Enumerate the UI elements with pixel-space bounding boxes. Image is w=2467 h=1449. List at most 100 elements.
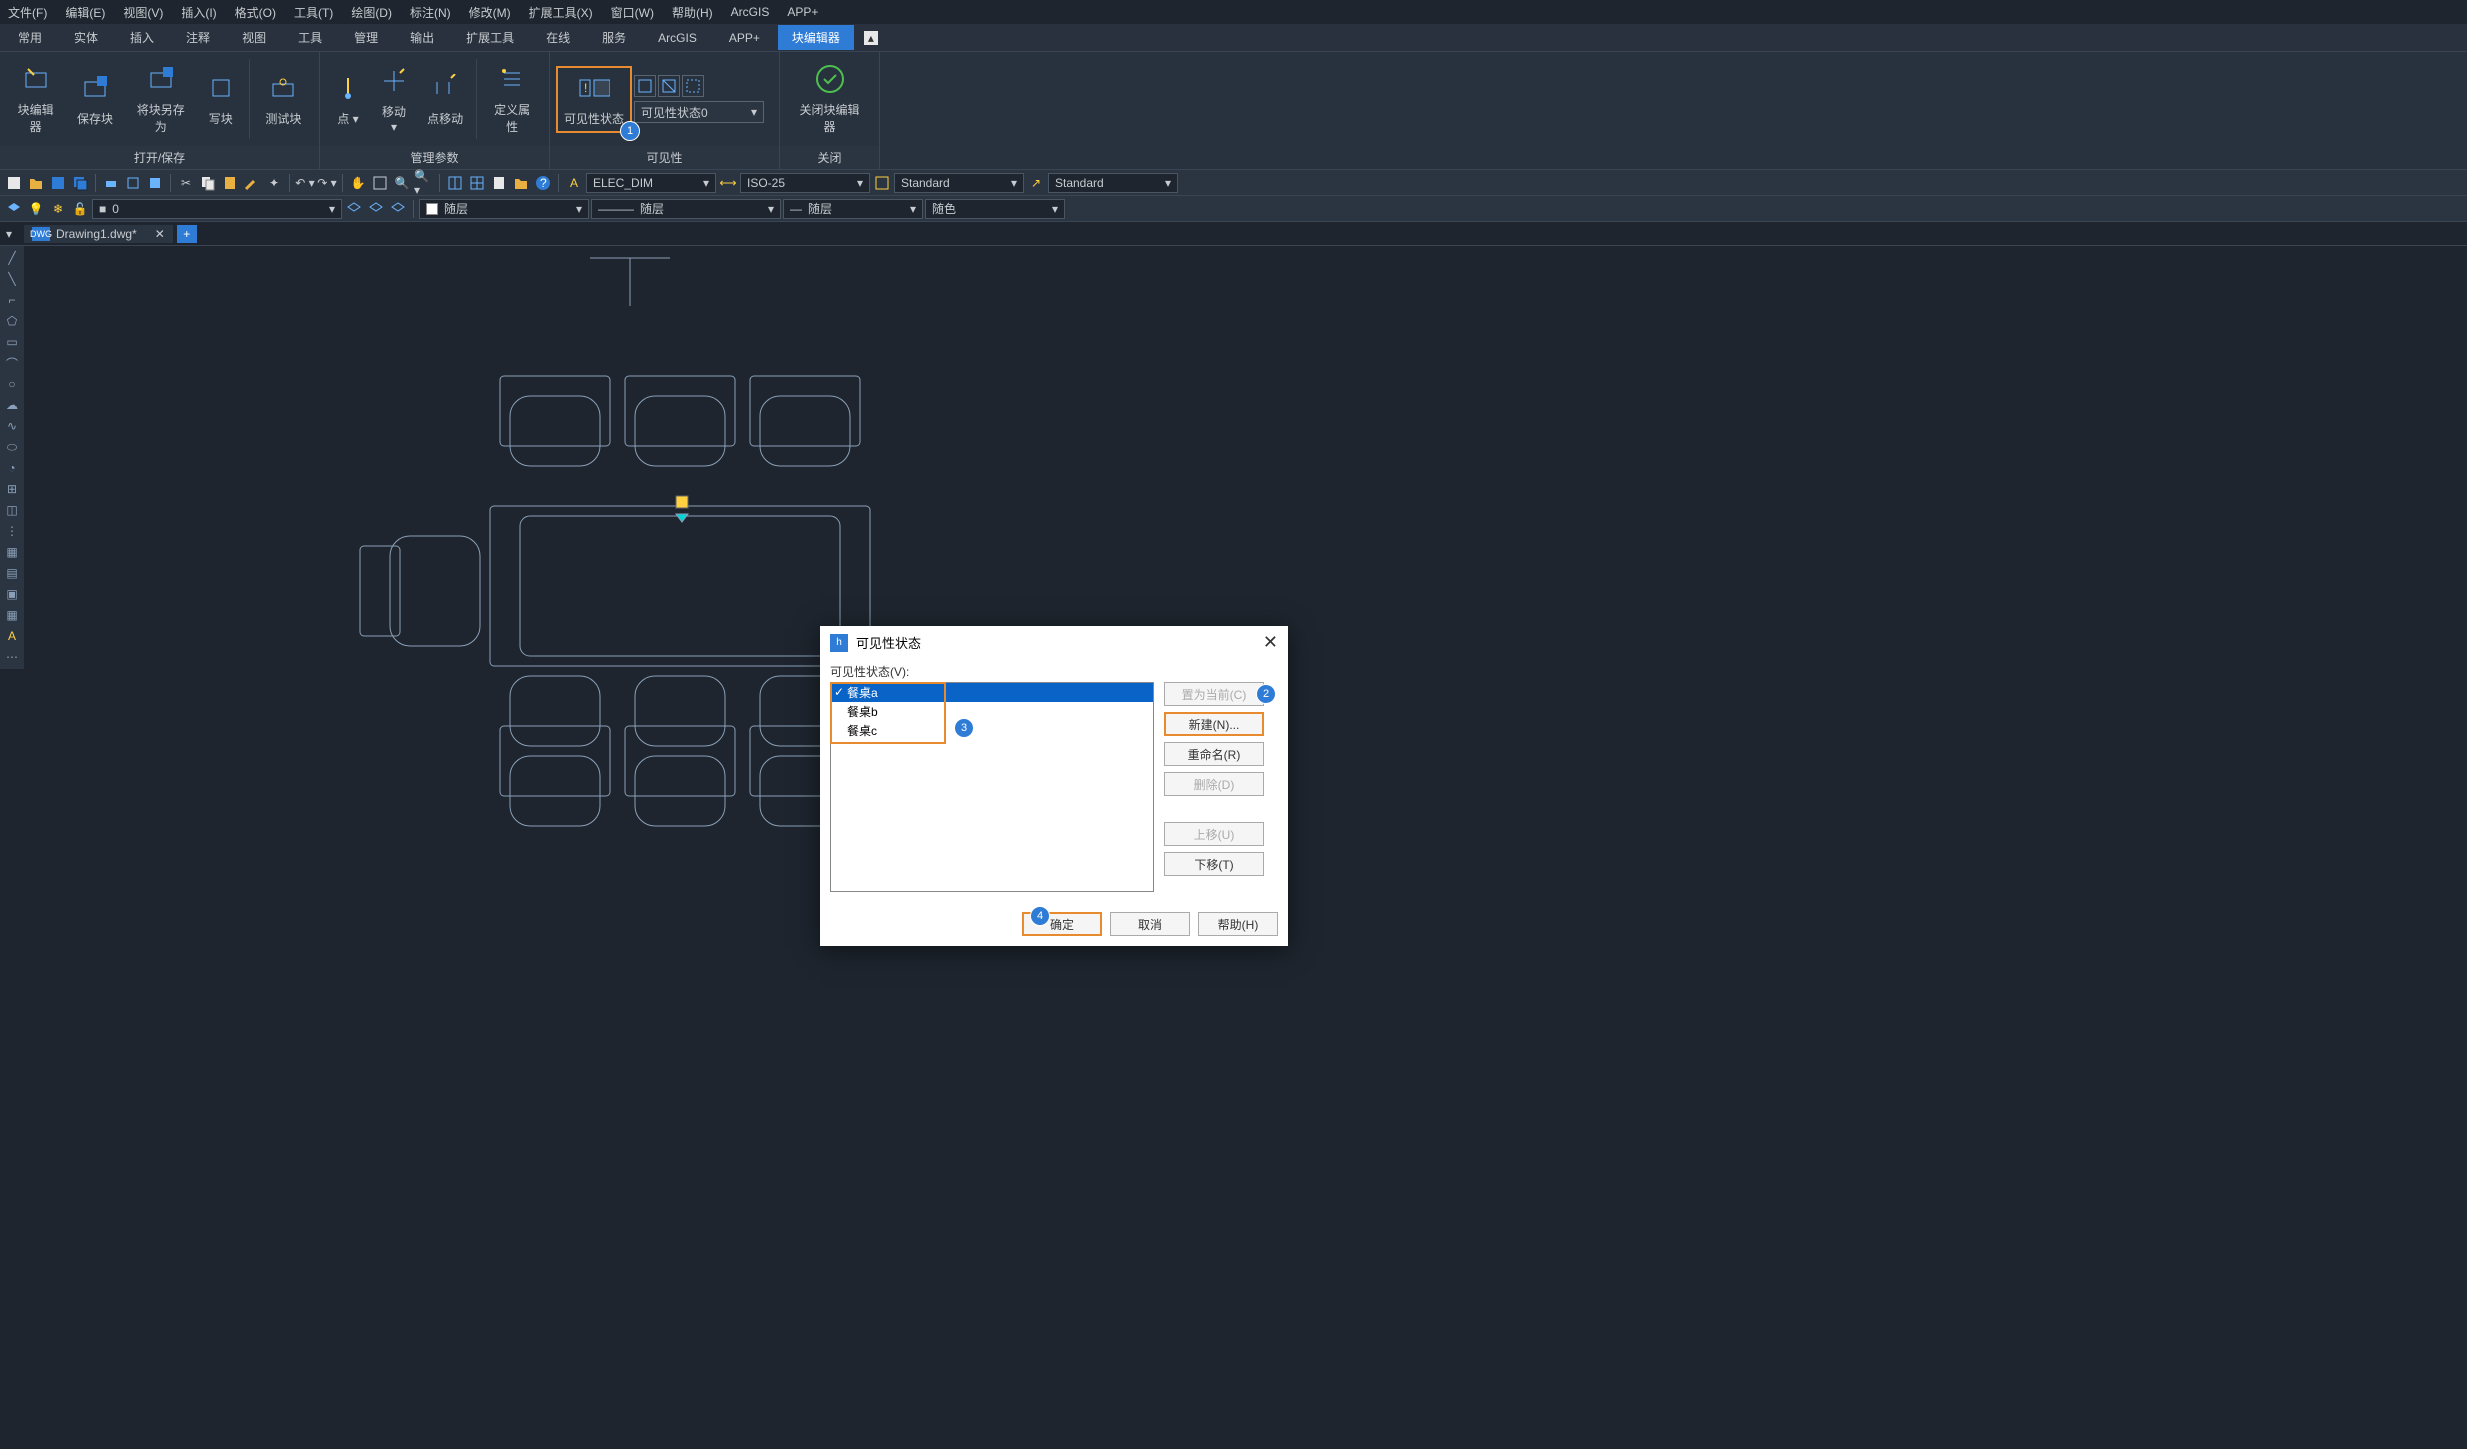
dim-style-dropdown[interactable]: ELEC_DIM▾ xyxy=(586,173,716,193)
move-down-button[interactable]: 下移(T) xyxy=(1164,852,1264,876)
match-props-icon[interactable] xyxy=(242,173,262,193)
paste-icon[interactable] xyxy=(220,173,240,193)
tab-exttools[interactable]: 扩展工具 xyxy=(452,25,528,50)
tab-entity[interactable]: 实体 xyxy=(60,25,112,50)
undo-icon[interactable]: ↶ ▾ xyxy=(295,173,315,193)
open-icon[interactable] xyxy=(26,173,46,193)
help-button[interactable]: 帮助(H) xyxy=(1198,912,1278,936)
menu-dim[interactable]: 标注(N) xyxy=(410,4,451,21)
menu-help[interactable]: 帮助(H) xyxy=(672,4,713,21)
mleader-style-icon[interactable]: ↗ xyxy=(1026,173,1046,193)
vis-tool-2-icon[interactable] xyxy=(658,75,680,97)
list-item[interactable]: 餐桌c xyxy=(831,721,1153,740)
insert-block-icon[interactable]: ⊞ xyxy=(2,479,22,499)
add-tab-icon[interactable]: + xyxy=(177,225,197,243)
arc-icon[interactable]: ⌒ xyxy=(2,353,22,373)
table-icon[interactable] xyxy=(445,173,465,193)
layer-iso-icon[interactable] xyxy=(388,199,408,219)
tab-view[interactable]: 视图 xyxy=(228,25,280,50)
line-icon[interactable]: ╱ xyxy=(2,248,22,268)
ribbon-collapse-icon[interactable]: ▴ xyxy=(864,31,878,45)
btn-point-move[interactable]: 点移动 xyxy=(420,68,470,131)
btn-close-block-editor[interactable]: 关闭块编辑器 xyxy=(788,59,871,139)
nav-left-icon[interactable]: ▾ xyxy=(6,227,12,241)
tab-service[interactable]: 服务 xyxy=(588,25,640,50)
tab-insert[interactable]: 插入 xyxy=(116,25,168,50)
btn-define-attr[interactable]: 定义属性 xyxy=(483,59,541,139)
ellipse-arc-icon[interactable]: ◔ xyxy=(2,458,22,478)
plotcolor-dropdown[interactable]: 随色▾ xyxy=(925,199,1065,219)
btn-move[interactable]: 移动 ▾ xyxy=(372,61,416,138)
vis-tool-3-icon[interactable] xyxy=(682,75,704,97)
copy-icon[interactable] xyxy=(198,173,218,193)
tab-blockeditor[interactable]: 块编辑器 xyxy=(778,25,854,50)
mtext-icon[interactable]: A xyxy=(2,626,22,646)
tab-manage[interactable]: 管理 xyxy=(340,25,392,50)
rename-button[interactable]: 重命名(R) xyxy=(1164,742,1264,766)
vis-tool-1-icon[interactable] xyxy=(634,75,656,97)
tab-arcgis[interactable]: ArcGIS xyxy=(644,27,711,49)
tab-appplus[interactable]: APP+ xyxy=(715,27,774,49)
set-current-button[interactable]: 置为当前(C) xyxy=(1164,682,1264,706)
cancel-button[interactable]: 取消 xyxy=(1110,912,1190,936)
btn-point[interactable]: 点 ▾ xyxy=(328,68,368,131)
list-item[interactable]: ✓餐桌a xyxy=(831,683,1153,702)
menu-format[interactable]: 格式(O) xyxy=(235,4,276,21)
more-icon[interactable]: ⋯ xyxy=(2,647,22,667)
xline-icon[interactable]: ╲ xyxy=(2,269,22,289)
layer-prev-icon[interactable] xyxy=(366,199,386,219)
table-tool-icon[interactable]: ▦ xyxy=(2,605,22,625)
menu-insert[interactable]: 插入(I) xyxy=(181,4,216,21)
close-tab-icon[interactable]: ✕ xyxy=(155,227,165,241)
btn-write-block[interactable]: 写块 xyxy=(199,68,243,131)
table-style-icon[interactable] xyxy=(872,173,892,193)
save-icon[interactable] xyxy=(48,173,68,193)
zoom-icon[interactable]: 🔍 xyxy=(392,173,412,193)
revcloud-icon[interactable]: ☁ xyxy=(2,395,22,415)
tab-tools[interactable]: 工具 xyxy=(284,25,336,50)
zoom-window-icon[interactable] xyxy=(370,173,390,193)
dialog-close-icon[interactable]: ✕ xyxy=(1263,632,1278,653)
new-button[interactable]: 新建(N)... xyxy=(1164,712,1264,736)
menu-draw[interactable]: 绘图(D) xyxy=(351,4,392,21)
color-dropdown[interactable]: 随层▾ xyxy=(419,199,589,219)
hatch-icon[interactable]: ▦ xyxy=(2,542,22,562)
freeze-icon[interactable]: ❄ xyxy=(48,199,68,219)
spline-icon[interactable]: ∿ xyxy=(2,416,22,436)
menu-modify[interactable]: 修改(M) xyxy=(469,4,511,21)
publish-icon[interactable] xyxy=(145,173,165,193)
menu-tools[interactable]: 工具(T) xyxy=(294,4,333,21)
lineweight-dropdown[interactable]: — 随层▾ xyxy=(783,199,923,219)
text-style-icon[interactable]: A xyxy=(564,173,584,193)
btn-save-block-as[interactable]: 将块另存为 xyxy=(127,59,195,139)
rect-icon[interactable]: ▭ xyxy=(2,332,22,352)
brush-icon[interactable]: ✦ xyxy=(264,173,284,193)
menu-ext[interactable]: 扩展工具(X) xyxy=(529,4,593,21)
tab-output[interactable]: 输出 xyxy=(396,25,448,50)
make-block-icon[interactable]: ◫ xyxy=(2,500,22,520)
print-icon[interactable] xyxy=(101,173,121,193)
saveall-icon[interactable] xyxy=(70,173,90,193)
light-icon[interactable]: 💡 xyxy=(26,199,46,219)
tab-common[interactable]: 常用 xyxy=(4,25,56,50)
cut-icon[interactable]: ✂ xyxy=(176,173,196,193)
lock-icon[interactable]: 🔓 xyxy=(70,199,90,219)
std2-dropdown[interactable]: Standard▾ xyxy=(1048,173,1178,193)
delete-button[interactable]: 删除(D) xyxy=(1164,772,1264,796)
point-tool-icon[interactable]: ⋮ xyxy=(2,521,22,541)
menu-file[interactable]: 文件(F) xyxy=(8,4,47,21)
drawing-canvas[interactable]: ╱ ╲ ⌐ ⬠ ▭ ⌒ ○ ☁ ∿ ⬭ ◔ ⊞ ◫ ⋮ ▦ ▤ ▣ ▦ A ⋯ xyxy=(0,246,2467,1449)
btn-block-editor[interactable]: 块编辑器 xyxy=(8,59,63,139)
iso-dropdown[interactable]: ISO-25▾ xyxy=(740,173,870,193)
sheet-icon[interactable] xyxy=(489,173,509,193)
zoom-extents-icon[interactable]: 🔍▾ xyxy=(414,173,434,193)
circle-icon[interactable]: ○ xyxy=(2,374,22,394)
layer-state-icon[interactable] xyxy=(344,199,364,219)
ellipse-icon[interactable]: ⬭ xyxy=(2,437,22,457)
btn-save-block[interactable]: 保存块 xyxy=(67,68,122,131)
menu-arcgis[interactable]: ArcGIS xyxy=(731,5,770,19)
grid-icon[interactable] xyxy=(467,173,487,193)
gradient-icon[interactable]: ▤ xyxy=(2,563,22,583)
layer-dropdown[interactable]: ■ 0▾ xyxy=(92,199,342,219)
linetype-dropdown[interactable]: ——— 随层▾ xyxy=(591,199,781,219)
